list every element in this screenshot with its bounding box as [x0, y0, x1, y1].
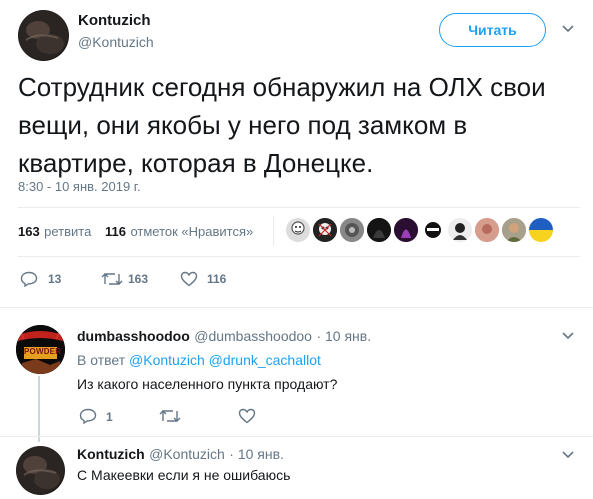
section-divider	[0, 307, 593, 308]
mention-link[interactable]: @Kontuzich	[129, 352, 205, 368]
mention-link[interactable]: @drunk_cachallot	[209, 352, 321, 368]
reply-header: Kontuzich @Kontuzich · 10 янв.	[77, 446, 284, 464]
likes-count: 116	[105, 224, 126, 239]
liker-avatar-3	[340, 218, 364, 242]
retweets-stat[interactable]: 163 ретвита	[18, 223, 91, 241]
reply-count: 1	[106, 410, 113, 424]
retweet-count: 163	[128, 272, 149, 286]
follow-button[interactable]: Читать	[439, 13, 546, 47]
reply-text: С Макеевки если я не ошибаюсь	[77, 467, 291, 483]
reply-author-handle[interactable]: @dumbasshoodoo	[194, 328, 312, 344]
liker-avatar[interactable]	[421, 218, 445, 242]
reply-author-name[interactable]: Kontuzich	[77, 446, 145, 462]
tweet-text: Сотрудник сегодня обнаружил на ОЛХ свои …	[18, 72, 546, 178]
liker-avatar[interactable]	[448, 218, 472, 242]
author-avatar[interactable]	[18, 10, 69, 61]
avatar-caption: POWDER	[24, 347, 62, 356]
reply-time[interactable]: · 10 янв.	[316, 328, 371, 344]
reply-time[interactable]: · 10 янв.	[229, 446, 284, 462]
liker-avatar-8	[475, 218, 499, 242]
reply-avatar[interactable]: POWDER	[16, 325, 65, 374]
reply-icon[interactable]	[20, 271, 38, 287]
retweets-count: 163	[18, 224, 40, 239]
liker-avatar-7	[448, 218, 472, 242]
liker-avatar-6	[421, 218, 445, 242]
liker-avatar[interactable]	[313, 218, 337, 242]
reply-header: dumbasshoodoo @dumbasshoodoo · 10 янв.	[77, 328, 371, 346]
reply-count: 13	[48, 272, 62, 286]
section-divider	[0, 436, 593, 437]
retweet-icon[interactable]	[159, 408, 181, 424]
liker-avatar[interactable]	[502, 218, 526, 242]
reply-author-handle[interactable]: @Kontuzich	[149, 446, 225, 462]
liker-avatar-1	[286, 218, 310, 242]
reply-text: Из какого населенного пункта продают?	[77, 376, 338, 392]
reply-to-line: В ответ @Kontuzich @drunk_cachallot	[77, 352, 321, 368]
liker-avatar-5	[394, 218, 418, 242]
reply-author-name[interactable]: dumbasshoodoo	[77, 328, 190, 344]
retweet-icon[interactable]	[101, 271, 123, 287]
chevron-down-icon[interactable]	[562, 450, 574, 460]
like-heart-icon[interactable]	[238, 408, 256, 424]
chevron-down-icon[interactable]	[562, 24, 574, 34]
like-heart-icon[interactable]	[180, 271, 198, 287]
liker-avatar[interactable]	[394, 218, 418, 242]
like-count: 116	[207, 272, 227, 286]
author-handle[interactable]: @Kontuzich	[78, 34, 154, 50]
stats-separator	[273, 216, 274, 246]
reply-avatar[interactable]	[16, 446, 65, 495]
reply-to-prefix: В ответ	[77, 352, 126, 368]
ukraine-flag-icon	[529, 218, 553, 242]
divider	[18, 256, 580, 257]
author-name[interactable]: Kontuzich	[78, 12, 151, 29]
likes-label: отметок «Нравится»	[130, 224, 254, 239]
liker-avatar[interactable]	[529, 218, 553, 242]
liker-avatar[interactable]	[475, 218, 499, 242]
avatar-image	[18, 10, 68, 60]
likes-stat[interactable]: 116 отметок «Нравится»	[105, 223, 253, 241]
tweet-timestamp[interactable]: 8:30 - 10 янв. 2019 г.	[18, 179, 141, 194]
thread-connector-line	[38, 376, 40, 442]
divider	[18, 207, 580, 208]
liker-avatar-9	[502, 218, 526, 242]
liker-avatar[interactable]	[340, 218, 364, 242]
reply-icon[interactable]	[79, 408, 97, 424]
liker-avatar-4	[367, 218, 391, 242]
liker-avatar-2	[313, 218, 337, 242]
liker-avatar[interactable]	[286, 218, 310, 242]
avatar-image	[16, 446, 64, 494]
retweets-label: ретвита	[44, 224, 92, 239]
chevron-down-icon[interactable]	[562, 331, 574, 341]
liker-avatar[interactable]	[367, 218, 391, 242]
